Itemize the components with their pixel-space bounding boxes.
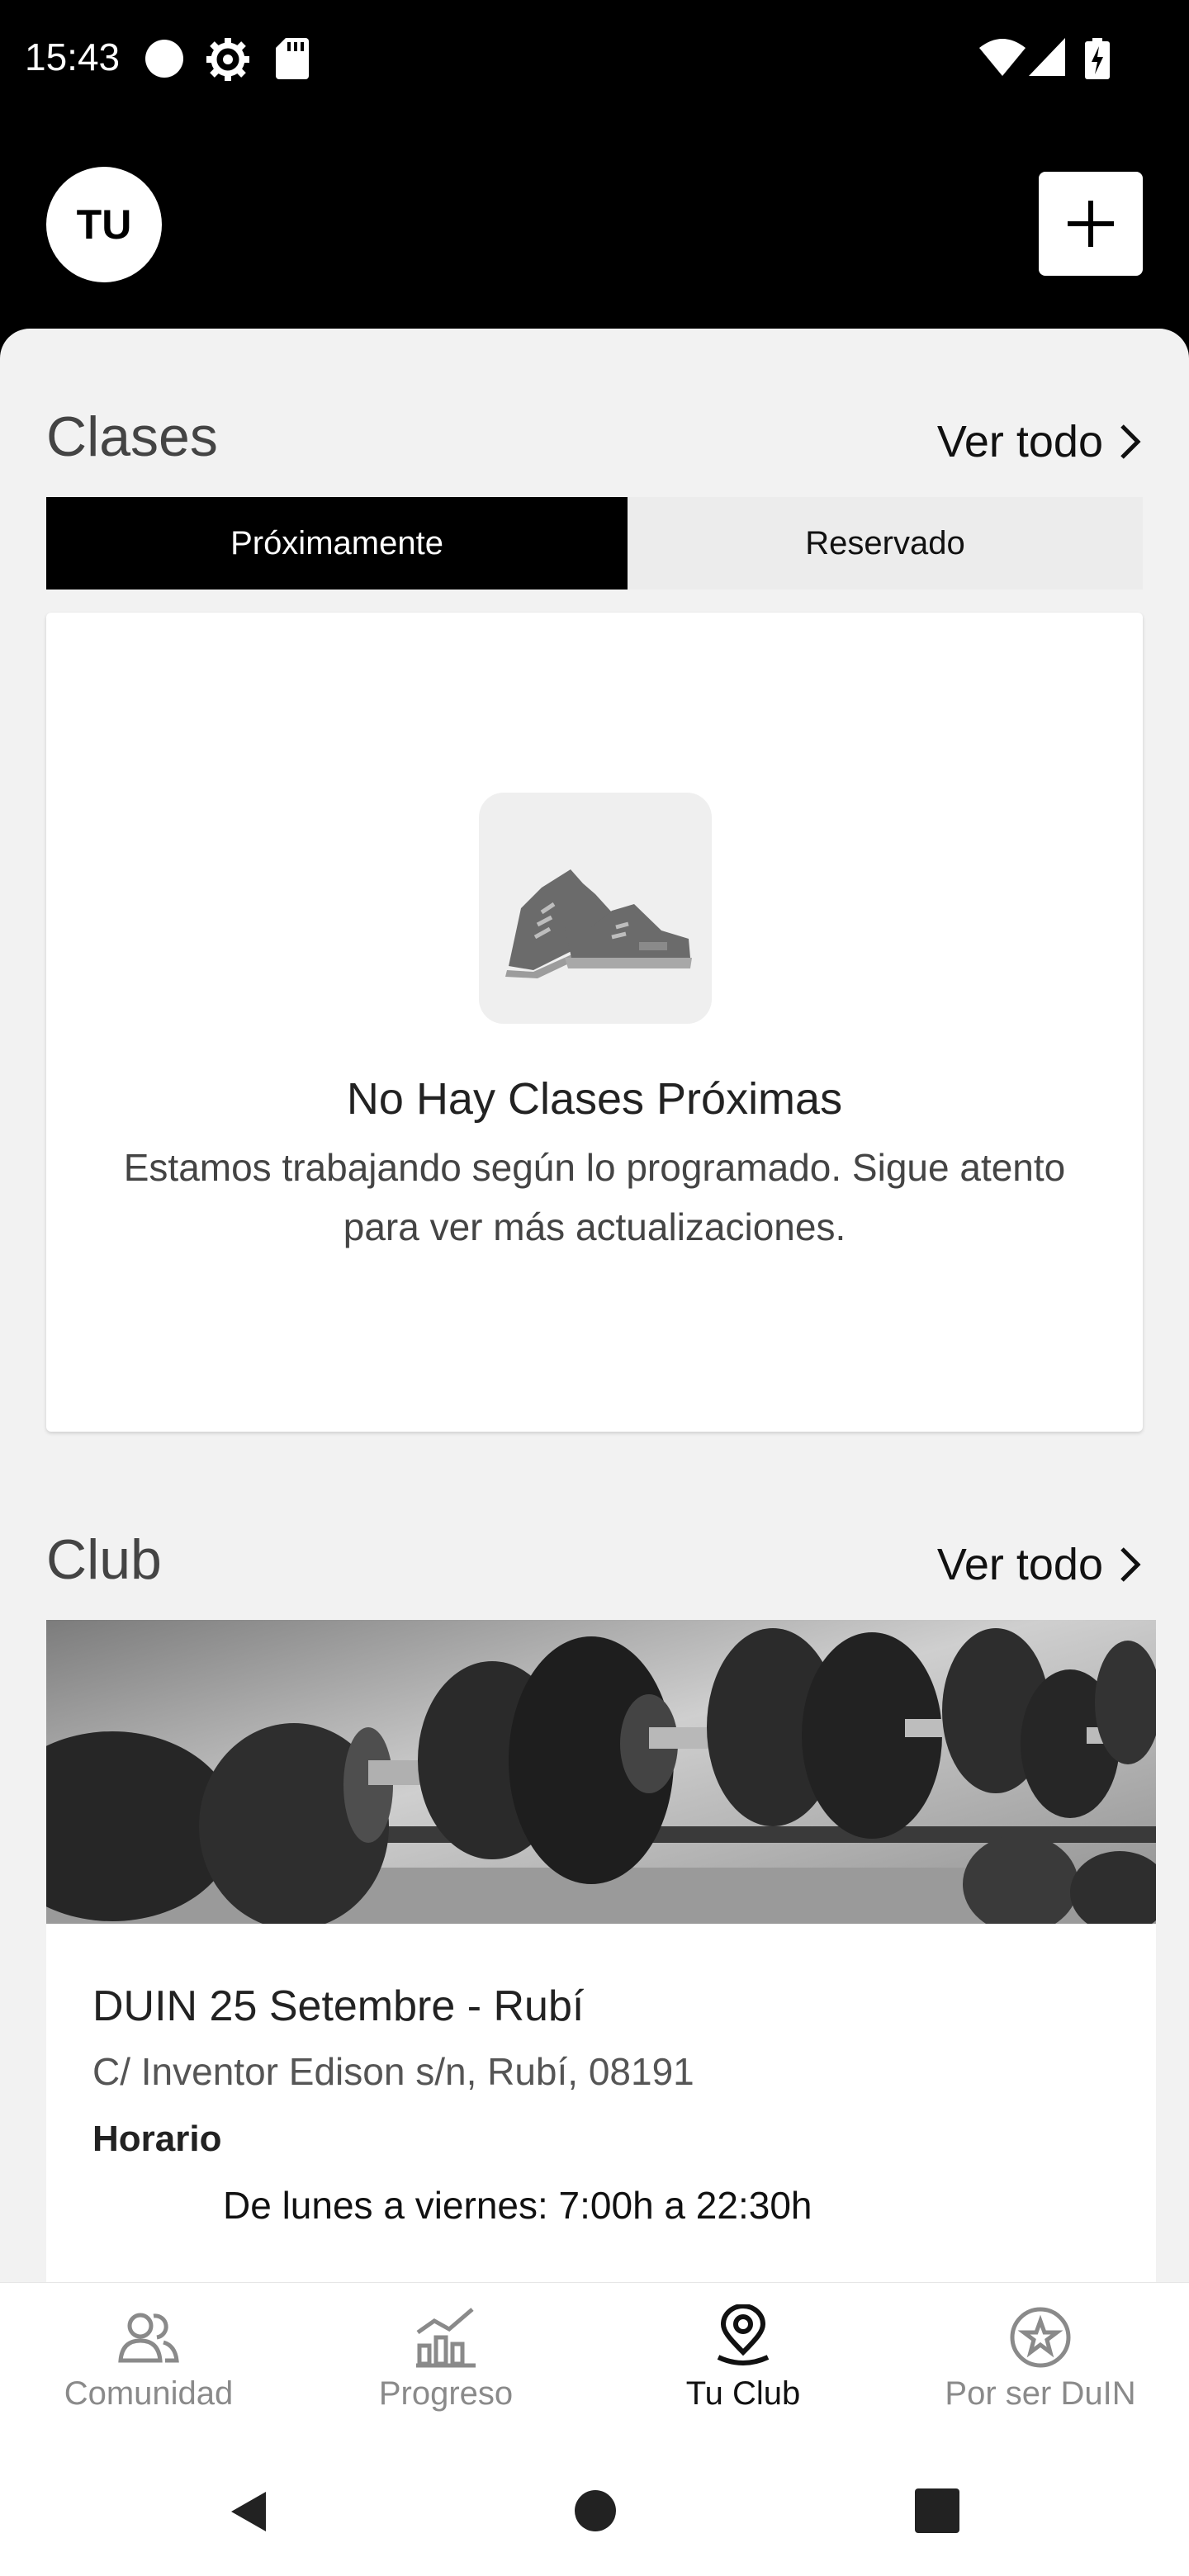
- dumbbells-photo: [46, 1620, 1156, 1934]
- sneakers-icon: [479, 793, 712, 1024]
- main-content: Clases Ver todo Próximamente Reservado N…: [0, 329, 1189, 2282]
- plus-icon: [1068, 201, 1114, 247]
- club-see-all-label: Ver todo: [936, 1540, 1103, 1589]
- battery-charging-icon: [1085, 38, 1110, 79]
- club-see-all-link[interactable]: Ver todo: [937, 1539, 1143, 1590]
- club-section-title: Club: [46, 1528, 162, 1591]
- nav-item-progress[interactable]: Progreso: [297, 2283, 594, 2448]
- wifi-icon: [979, 39, 1026, 76]
- tab-upcoming[interactable]: Próximamente: [46, 497, 628, 590]
- sd-card-icon: [276, 38, 309, 79]
- tab-booked[interactable]: Reservado: [628, 497, 1143, 590]
- community-icon: [118, 2313, 179, 2363]
- star-badge-icon: [1010, 2307, 1071, 2368]
- nav-label-your-club: Tu Club: [685, 2375, 801, 2412]
- signal-icon: [1029, 38, 1065, 76]
- empty-classes-card: No Hay Clases Próximas Estamos trabajand…: [46, 613, 1143, 1432]
- nav-label-community: Comunidad: [64, 2375, 234, 2412]
- avatar-initials: TU: [76, 201, 132, 248]
- status-bar: 15:43: [0, 0, 1189, 124]
- nav-label-be-duin: Por ser DuIN: [945, 2375, 1136, 2412]
- classes-see-all-link[interactable]: Ver todo: [937, 416, 1143, 467]
- avatar[interactable]: TU: [46, 167, 162, 282]
- empty-state-title: No Hay Clases Próximas: [346, 1074, 843, 1124]
- empty-state-text: Estamos trabajando según lo programado. …: [123, 1146, 1066, 1248]
- settings-icon: [206, 38, 249, 81]
- chevron-right-icon: [1120, 1547, 1141, 1582]
- nav-item-community[interactable]: Comunidad: [0, 2283, 297, 2448]
- location-pin-icon: [717, 2304, 770, 2365]
- chevron-right-icon: [1120, 424, 1141, 459]
- hours-text: De lunes a viernes: 7:00h a 22:30h: [223, 2184, 812, 2227]
- system-navigation-bar: [0, 2447, 1189, 2576]
- classes-section-title: Clases: [46, 405, 218, 468]
- hours-label: Horario: [92, 2119, 222, 2159]
- bottom-navigation: Comunidad Progreso Tu Club Por ser DuIN: [0, 2282, 1189, 2448]
- club-card[interactable]: DUIN 25 Setembre - Rubí C/ Inventor Edis…: [46, 1620, 1156, 2282]
- classes-tabs: Próximamente Reservado: [46, 497, 1143, 590]
- classes-see-all-label: Ver todo: [936, 417, 1103, 466]
- club-name: DUIN 25 Setembre - Rubí: [92, 1982, 585, 2030]
- progress-chart-icon: [416, 2308, 476, 2368]
- status-time: 15:43: [25, 36, 121, 78]
- back-icon[interactable]: [223, 2487, 272, 2536]
- nav-item-be-duin[interactable]: Por ser DuIN: [892, 2283, 1189, 2448]
- club-address: C/ Inventor Edison s/n, Rubí, 08191: [92, 2050, 694, 2093]
- home-icon[interactable]: [573, 2488, 618, 2533]
- recents-icon[interactable]: [915, 2488, 959, 2533]
- top-header: TU: [0, 124, 1189, 330]
- nav-item-your-club[interactable]: Tu Club: [594, 2283, 892, 2448]
- circle-icon: [145, 40, 183, 78]
- nav-label-progress: Progreso: [378, 2375, 514, 2412]
- add-button[interactable]: [1039, 172, 1143, 276]
